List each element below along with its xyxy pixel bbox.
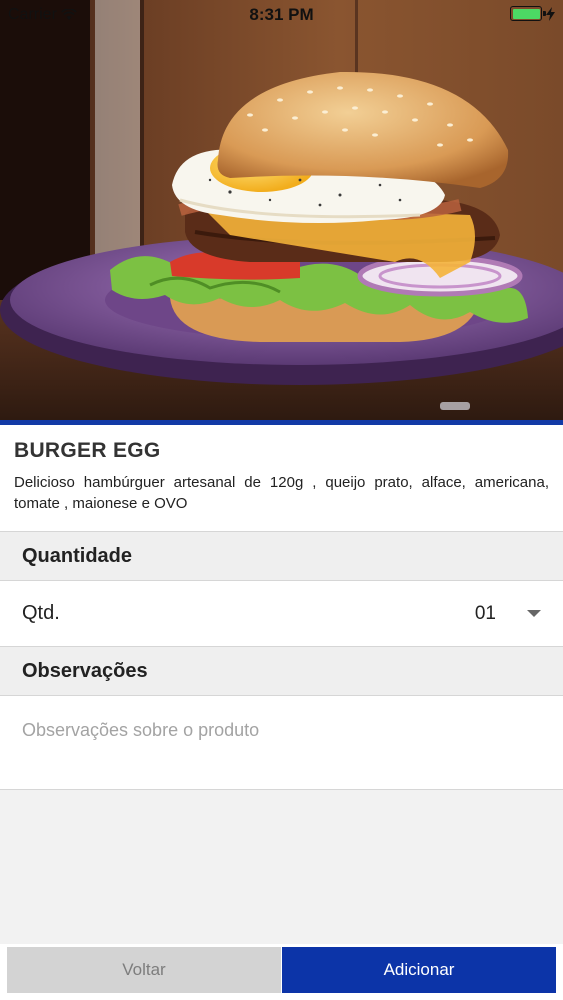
product-title: BURGER EGG xyxy=(14,439,161,462)
quantity-section-header: Quantidade xyxy=(0,531,563,581)
back-button[interactable]: Voltar xyxy=(7,947,281,993)
add-button[interactable]: Adicionar xyxy=(282,947,556,993)
battery-icon xyxy=(510,6,546,21)
chevron-down-icon[interactable] xyxy=(527,610,541,617)
notes-field-container xyxy=(0,696,563,790)
status-time: 8:31 PM xyxy=(249,5,314,24)
quantity-selector[interactable]: Qtd. 01 xyxy=(0,581,563,646)
product-description: Delicioso hambúrguer artesanal de 120g ,… xyxy=(14,474,549,512)
product-photo xyxy=(0,0,563,420)
burger-photo-illustration xyxy=(0,0,563,420)
notes-section-header: Observações xyxy=(0,646,563,696)
quantity-value[interactable]: 01 xyxy=(475,603,496,625)
notes-input[interactable] xyxy=(0,696,563,789)
charging-bolt-icon xyxy=(546,6,555,21)
status-bar: Carrier 8:31 PM xyxy=(0,0,563,30)
quantity-label: Qtd. xyxy=(22,602,60,624)
product-info: BURGER EGG Delicioso hambúrguer artesana… xyxy=(0,425,563,531)
action-bar: Voltar Adicionar xyxy=(0,944,563,1000)
battery-indicator xyxy=(510,6,555,21)
